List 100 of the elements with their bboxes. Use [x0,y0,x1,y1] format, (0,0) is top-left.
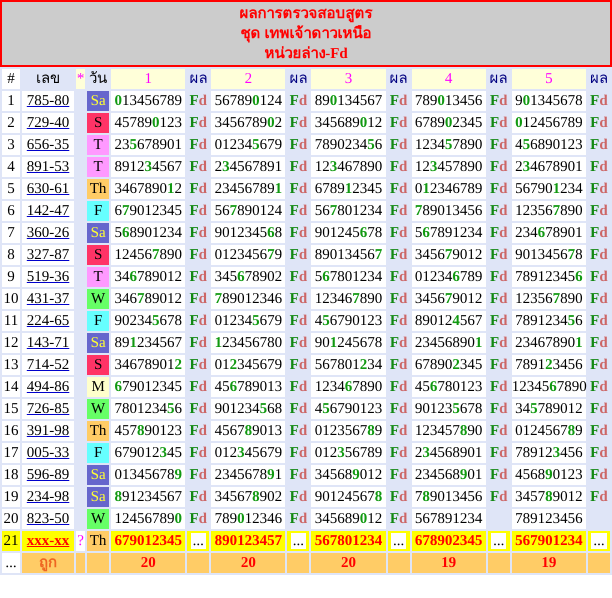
number-cell: 891234567 [111,157,186,177]
result-cell-text: Fd [188,92,208,111]
result-cell-text: Fd [488,224,508,243]
number-link[interactable]: 360-26 [26,225,70,241]
row-number: 6 [2,201,20,221]
number-link[interactable]: 714-52 [26,357,70,373]
row-number: 20 [2,509,20,529]
hit-count: 20 [111,553,186,573]
hit-count: 20 [311,553,386,573]
footer-cell: ... [2,553,20,573]
number-link[interactable]: 391-98 [26,423,70,439]
column-header: * [76,69,86,89]
number-cell: 345678902 [211,487,286,507]
number-link[interactable]: 224-65 [26,313,70,329]
result-cell-text: Fd [388,400,408,419]
result-cell-text: Fd [188,488,208,507]
number-cell: 123456780 [211,333,286,353]
row-number: 5 [2,179,20,199]
result-cell-text: Fd [388,334,408,353]
row-number: 13 [2,355,20,375]
number-cell: 345679012 [412,245,486,265]
result-cell-text: Fd [488,488,508,507]
number-link[interactable]: 656-35 [26,137,70,153]
result-cell-text: Fd [288,488,308,507]
result-cell-text: Fd [388,136,408,155]
result-cell-text: Fd [188,158,208,177]
number-cell: 789013456 [412,201,486,221]
number-cell: 456790123 [311,311,386,331]
row-number: 12 [2,333,20,353]
result-cell-text: Fd [288,444,308,463]
number-cell: 124567890 [111,245,186,265]
number-link[interactable]: 785-80 [26,93,70,109]
result-cell-text: Fd [488,400,508,419]
column-header: เลข [35,70,62,89]
row-number: 10 [2,289,20,309]
result-cell-text: Fd [589,202,609,221]
number-cell: 012356789 [311,421,386,441]
result-cell-text: Fd [589,488,609,507]
number-link[interactable]: 596-89 [26,467,70,483]
day-cell: Th [87,421,110,441]
number-link[interactable]: xxx-xx [26,533,70,549]
number-cell: 013456789 [111,465,186,485]
result-cell-text: Fd [288,334,308,353]
number-link[interactable]: 891-53 [26,159,70,175]
result-cell-text: Fd [188,268,208,287]
number-link[interactable]: 729-40 [26,115,70,131]
row-number: 9 [2,267,20,287]
day-cell: Th [87,179,110,199]
column-header: 3 [311,69,386,89]
result-cell-text: Fd [589,224,609,243]
day-cell: W [87,289,110,309]
number-cell: 457890123 [111,421,186,441]
result-cell-text: Fd [488,466,508,485]
number-link[interactable]: 005-33 [26,445,70,461]
number-cell: 567890124 [211,91,286,111]
number-cell: 901235678 [412,399,486,419]
result-cell-text: Fd [288,356,308,375]
column-header: ผล [488,70,509,89]
number-link[interactable]: 143-71 [26,335,70,351]
result-cell-text: Fd [188,180,208,199]
number-cell: 567801234 [311,355,386,375]
day-cell: Sa [87,487,110,507]
title-text: ผลการตรวจสอบสูตร [240,4,372,24]
number-link[interactable]: 630-61 [26,181,70,197]
number-link[interactable]: 142-47 [26,203,70,219]
number-link[interactable]: 726-85 [26,401,70,417]
number-link[interactable]: 519-36 [26,269,70,285]
result-cell-text: Fd [288,114,308,133]
number-link[interactable]: 234-98 [26,489,70,505]
number-cell: 346789012 [111,289,186,309]
result-cell-text: Fd [388,224,408,243]
result-cell-text: Fd [488,136,508,155]
number-link[interactable]: 327-87 [26,247,70,263]
number-cell: 678902345 [412,531,486,551]
result-cell-text: Fd [188,224,208,243]
result-cell-text: Fd [388,180,408,199]
result-cell-text: Fd [589,180,609,199]
number-cell: 678912345 [311,179,386,199]
result-cell-text: Fd [288,202,308,221]
number-cell: 345678902 [211,267,286,287]
result-cell-text: Fd [488,378,508,397]
number-cell: 789013456 [412,487,486,507]
number-link[interactable]: 494-86 [26,379,70,395]
column-header: 5 [512,69,586,89]
result-cell-text: Fd [488,290,508,309]
number-cell: 123467890 [311,377,386,397]
number-cell: 456780123 [412,377,486,397]
result-text: ... [591,533,607,549]
number-cell: 012456789 [512,113,586,133]
result-cell-text: Fd [188,400,208,419]
result-cell-text: Fd [288,158,308,177]
number-cell: 890124567 [412,311,486,331]
row-number: 18 [2,465,20,485]
number-link[interactable]: 431-37 [26,291,70,307]
result-cell-text: Fd [488,334,508,353]
number-cell: 902345678 [111,311,186,331]
number-link[interactable]: 823-50 [26,511,70,527]
number-cell: 345689012 [311,509,386,529]
day-cell: W [87,399,110,419]
day-cell: Sa [87,223,110,243]
